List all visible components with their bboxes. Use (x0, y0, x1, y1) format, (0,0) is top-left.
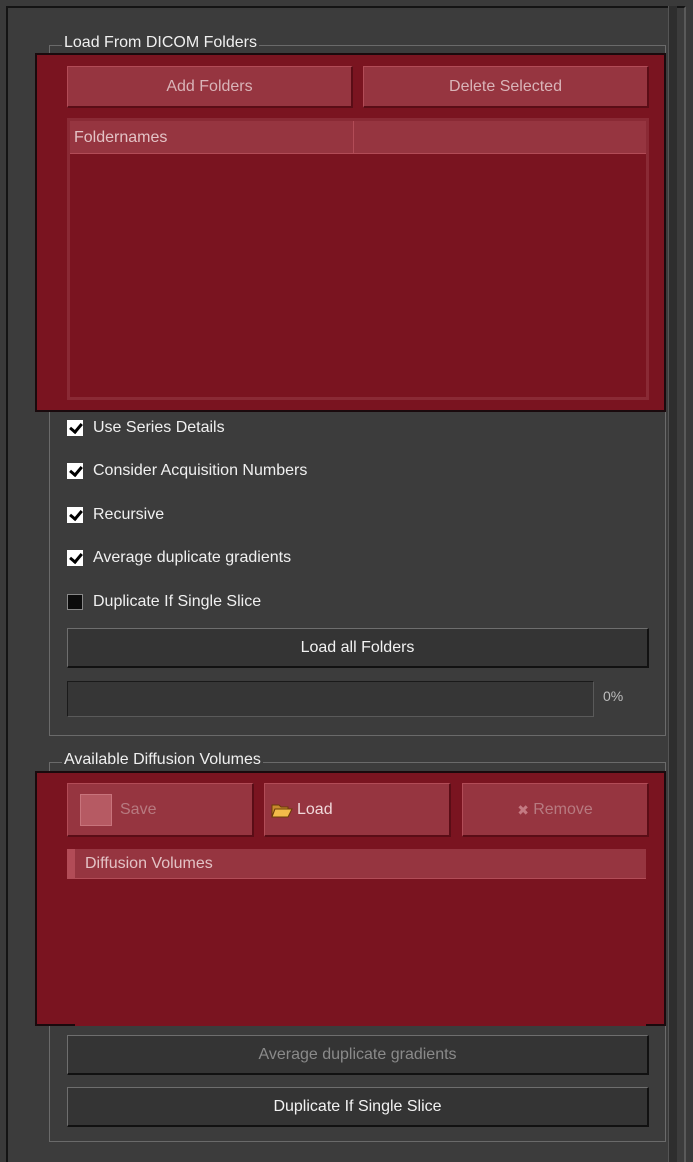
folders-table-header: Foldernames (70, 121, 646, 154)
remove-icon: ✖ (517, 801, 529, 818)
consider-acquisition-numbers-checkbox[interactable] (67, 463, 83, 479)
diffusion-volumes-list-header: Diffusion Volumes (75, 849, 646, 879)
use-series-details-label: Use Series Details (93, 419, 225, 436)
duplicate-if-single-slice-checkbox[interactable] (67, 594, 83, 610)
progress-percent-label: 0% (603, 688, 624, 704)
save-button[interactable]: Save (67, 783, 254, 837)
column-header-diffusion-volumes[interactable]: Diffusion Volumes (85, 855, 213, 873)
recursive-label: Recursive (93, 506, 165, 523)
remove-button-label: Remove (533, 800, 593, 818)
volumes-list-left-edge (67, 849, 75, 879)
dicom-folders-group-title: Load From DICOM Folders (62, 34, 259, 52)
recursive-checkbox[interactable] (67, 507, 83, 523)
delete-selected-button[interactable]: Delete Selected (363, 66, 649, 108)
load-all-folders-button[interactable]: Load all Folders (67, 628, 649, 668)
option-consider-acquisition-numbers[interactable]: Consider Acquisition Numbers (67, 459, 307, 483)
load-button[interactable]: Load (264, 783, 451, 837)
average-duplicate-gradients-checkbox[interactable] (67, 550, 83, 566)
column-header-empty[interactable] (354, 121, 646, 153)
load-button-label: Load (297, 800, 333, 818)
duplicate-if-single-slice-button[interactable]: Duplicate If Single Slice (67, 1087, 649, 1127)
average-duplicate-gradients-button[interactable]: Average duplicate gradients (67, 1035, 649, 1075)
folder-open-icon (271, 804, 293, 817)
consider-acquisition-numbers-label: Consider Acquisition Numbers (93, 462, 308, 479)
use-series-details-checkbox[interactable] (67, 420, 83, 436)
option-average-duplicate-gradients[interactable]: Average duplicate gradients (67, 546, 291, 570)
save-button-label: Save (120, 800, 157, 818)
remove-button[interactable]: ✖ Remove (462, 783, 649, 837)
option-duplicate-if-single-slice[interactable]: Duplicate If Single Slice (67, 590, 261, 614)
panel-right-edge (668, 6, 677, 1162)
average-duplicate-gradients-label: Average duplicate gradients (93, 549, 292, 566)
diffusion-volumes-group-title: Available Diffusion Volumes (62, 751, 263, 769)
add-folders-button[interactable]: Add Folders (67, 66, 353, 108)
load-progress-bar (67, 681, 594, 717)
column-header-foldernames[interactable]: Foldernames (70, 121, 354, 153)
folders-table[interactable] (70, 121, 646, 397)
save-icon (80, 793, 112, 826)
option-use-series-details[interactable]: Use Series Details (67, 416, 225, 440)
option-recursive[interactable]: Recursive (67, 503, 164, 527)
duplicate-if-single-slice-label: Duplicate If Single Slice (93, 593, 262, 610)
